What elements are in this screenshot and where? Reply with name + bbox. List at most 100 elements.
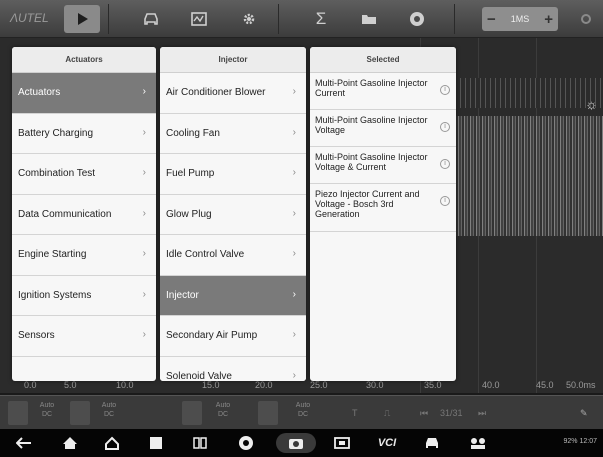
chevron-right-icon: › — [292, 288, 296, 300]
chevron-right-icon: › — [142, 126, 146, 138]
menu-item-label: Battery Charging — [18, 127, 94, 139]
help-button[interactable] — [404, 5, 430, 33]
menu-item-label: Sensors — [18, 330, 55, 342]
channel-b-swatch — [70, 401, 90, 425]
selected-panel-title: Selected — [310, 47, 456, 73]
channel-a-swatch — [8, 401, 28, 425]
coupling-label: DC — [217, 411, 229, 418]
channel-c-swatch — [182, 401, 202, 425]
system-nav-bar: VCI 92% 12:07 — [0, 429, 603, 457]
menu-item-label: Solenoid Valve — [166, 370, 232, 381]
waveform-library-button[interactable] — [186, 5, 212, 33]
zoom-in-button[interactable]: + — [544, 11, 553, 28]
channel-b-mode[interactable]: Auto DC — [94, 401, 124, 425]
mode-label: Auto — [295, 402, 311, 409]
menu-item-solenoid-valve[interactable]: Solenoid Valve › — [160, 356, 306, 381]
menu-item-injector[interactable]: Injector › — [160, 275, 306, 316]
settings-button[interactable] — [236, 5, 262, 33]
last-page-icon[interactable]: ⏭ — [478, 408, 486, 419]
channel-controls: Auto DC Auto DC Auto DC Auto DC T ⎍ ⏮ 31/31 … — [0, 395, 603, 429]
channel-a-button[interactable] — [8, 401, 28, 425]
info-icon[interactable]: i — [440, 122, 450, 132]
pen-icon[interactable]: ✎ — [580, 408, 588, 419]
channel-c-button[interactable] — [182, 401, 202, 425]
brightness-icon[interactable]: ☼ — [585, 96, 598, 112]
test-item[interactable]: Multi-Point Gasoline Injector Voltage & … — [310, 147, 456, 184]
chevron-right-icon: › — [292, 86, 296, 97]
waveform-library-icon — [191, 12, 207, 26]
car-button[interactable] — [138, 5, 164, 33]
menu-item-label: Ignition Systems — [18, 289, 92, 301]
axis-tick-label: 25.0 — [310, 380, 328, 390]
menu-item-label: Idle Control Valve — [166, 249, 245, 261]
house-outline-icon — [105, 436, 119, 450]
more-button[interactable] — [574, 5, 598, 33]
axis-tick-label: 10.0 — [116, 380, 134, 390]
menu-item-battery-charging[interactable]: Battery Charging › — [12, 113, 156, 154]
remote-expert-icon — [471, 438, 485, 449]
axis-tick-label: 15.0 — [202, 380, 220, 390]
screenshot-button[interactable] — [276, 433, 316, 453]
menu-item-sensors[interactable]: Sensors › — [12, 316, 156, 357]
info-icon[interactable]: i — [440, 159, 450, 169]
vci-manager-button[interactable]: VCI — [372, 433, 402, 453]
menu-item-combination-test[interactable]: Combination Test › — [12, 154, 156, 195]
info-icon[interactable]: i — [440, 85, 450, 95]
menu-item-label: Data Communication — [18, 208, 112, 220]
menu-item-engine-starting[interactable]: Engine Starting › — [12, 235, 156, 276]
home-button[interactable] — [60, 433, 80, 453]
chevron-right-icon: › — [142, 288, 146, 300]
channel-b-button[interactable] — [70, 401, 90, 425]
injector-panel-title: Injector — [160, 47, 306, 73]
menu-item-label: Cooling Fan — [166, 127, 220, 139]
launcher-button[interactable] — [102, 433, 122, 453]
chevron-right-icon: › — [292, 207, 296, 219]
coupling-label: DC — [103, 411, 115, 418]
mode-label: Auto — [101, 402, 117, 409]
first-page-icon[interactable]: ⏮ — [420, 408, 428, 419]
channel-c-mode[interactable]: Auto DC — [208, 401, 238, 425]
axis-tick-label: 45.0 — [536, 380, 554, 390]
trigger-icon[interactable]: T — [352, 408, 358, 418]
back-icon — [16, 437, 31, 449]
remote-button[interactable] — [468, 433, 488, 453]
menu-item-air-conditioner-blower[interactable]: Air Conditioner Blower › — [160, 73, 306, 114]
axis-tick-label: 0.0 — [24, 380, 37, 390]
test-item[interactable]: Piezo Injector Current and Voltage - Bos… — [310, 184, 456, 232]
menu-item-ignition-systems[interactable]: Ignition Systems › — [12, 275, 156, 316]
mode-label: Auto — [39, 402, 55, 409]
test-item[interactable]: Multi-Point Gasoline Injector Voltage i — [310, 110, 456, 147]
menu-item-cooling-fan[interactable]: Cooling Fan › — [160, 113, 306, 154]
channel-d-mode[interactable]: Auto DC — [288, 401, 318, 425]
chevron-right-icon: › — [142, 86, 146, 97]
math-button[interactable]: Σ — [310, 5, 332, 33]
menu-item-data-communication[interactable]: Data Communication › — [12, 194, 156, 235]
menu-item-glow-plug[interactable]: Glow Plug › — [160, 194, 306, 235]
folder-button[interactable] — [356, 5, 382, 33]
channel-a-mode[interactable]: Auto DC — [32, 401, 62, 425]
coupling-label: DC — [297, 411, 309, 418]
car-icon — [426, 438, 438, 448]
menu-item-actuators[interactable]: Actuators › — [12, 73, 156, 114]
display-button[interactable] — [332, 433, 352, 453]
chrome-icon — [239, 436, 253, 450]
zoom-out-button[interactable]: − — [487, 11, 496, 28]
selected-panel: Selected Multi-Point Gasoline Injector C… — [310, 47, 456, 381]
menu-item-secondary-air-pump[interactable]: Secondary Air Pump › — [160, 316, 306, 357]
channel-d-button[interactable] — [258, 401, 278, 425]
browser-button[interactable] — [236, 433, 256, 453]
test-item[interactable]: Multi-Point Gasoline Injector Current i — [310, 73, 456, 110]
vehicle-button[interactable] — [422, 433, 442, 453]
menu-item-fuel-pump[interactable]: Fuel Pump › — [160, 154, 306, 195]
vci-button[interactable] — [146, 433, 166, 453]
trigger-edge-icon[interactable]: ⎍ — [384, 408, 390, 419]
chevron-right-icon: › — [292, 369, 296, 381]
chevron-right-icon: › — [142, 207, 146, 219]
recent-apps-button[interactable] — [190, 433, 210, 453]
menu-item-idle-control-valve[interactable]: Idle Control Valve › — [160, 235, 306, 276]
coupling-label: DC — [41, 411, 53, 418]
info-icon[interactable]: i — [440, 196, 450, 206]
play-button[interactable] — [64, 5, 100, 33]
back-button[interactable] — [14, 433, 34, 453]
axis-tick-label: 35.0 — [424, 380, 442, 390]
